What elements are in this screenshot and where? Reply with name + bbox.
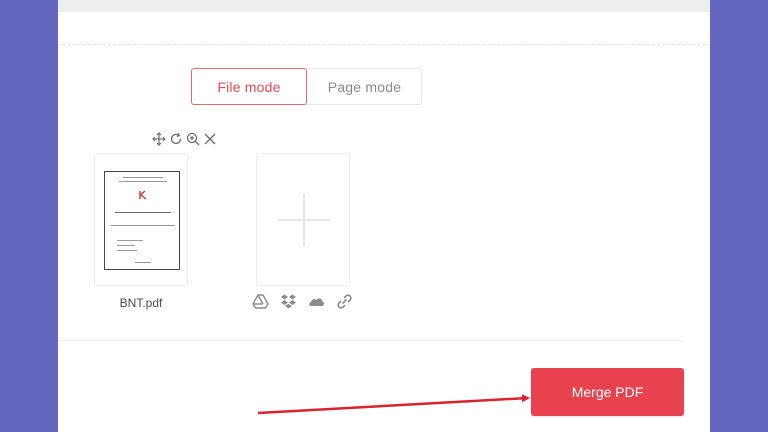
mode-toggle: File mode Page mode bbox=[191, 68, 422, 105]
onedrive-icon[interactable] bbox=[308, 293, 325, 310]
file-mode-button[interactable]: File mode bbox=[191, 68, 307, 105]
zoom-in-icon[interactable] bbox=[186, 132, 200, 146]
dashed-separator bbox=[58, 44, 710, 45]
rotate-icon[interactable] bbox=[169, 132, 183, 146]
file-card[interactable] bbox=[94, 153, 188, 286]
file-tools bbox=[152, 131, 217, 147]
dropbox-icon[interactable] bbox=[280, 293, 297, 310]
upload-sources bbox=[252, 293, 353, 310]
google-drive-icon[interactable] bbox=[252, 293, 269, 310]
pdf-thumbnail bbox=[104, 171, 180, 270]
page-mode-button[interactable]: Page mode bbox=[307, 69, 422, 104]
link-icon[interactable] bbox=[336, 293, 353, 310]
close-icon[interactable] bbox=[203, 132, 217, 146]
document-logo-icon bbox=[139, 190, 147, 200]
add-file-card[interactable] bbox=[256, 153, 350, 286]
merge-pdf-panel: File mode Page mode BNT.pdf Merge PDF bbox=[58, 0, 710, 432]
file-name: BNT.pdf bbox=[119, 296, 163, 310]
top-strip bbox=[58, 0, 710, 12]
merge-pdf-button[interactable]: Merge PDF bbox=[531, 368, 684, 416]
move-icon[interactable] bbox=[152, 132, 166, 146]
divider bbox=[58, 340, 684, 341]
